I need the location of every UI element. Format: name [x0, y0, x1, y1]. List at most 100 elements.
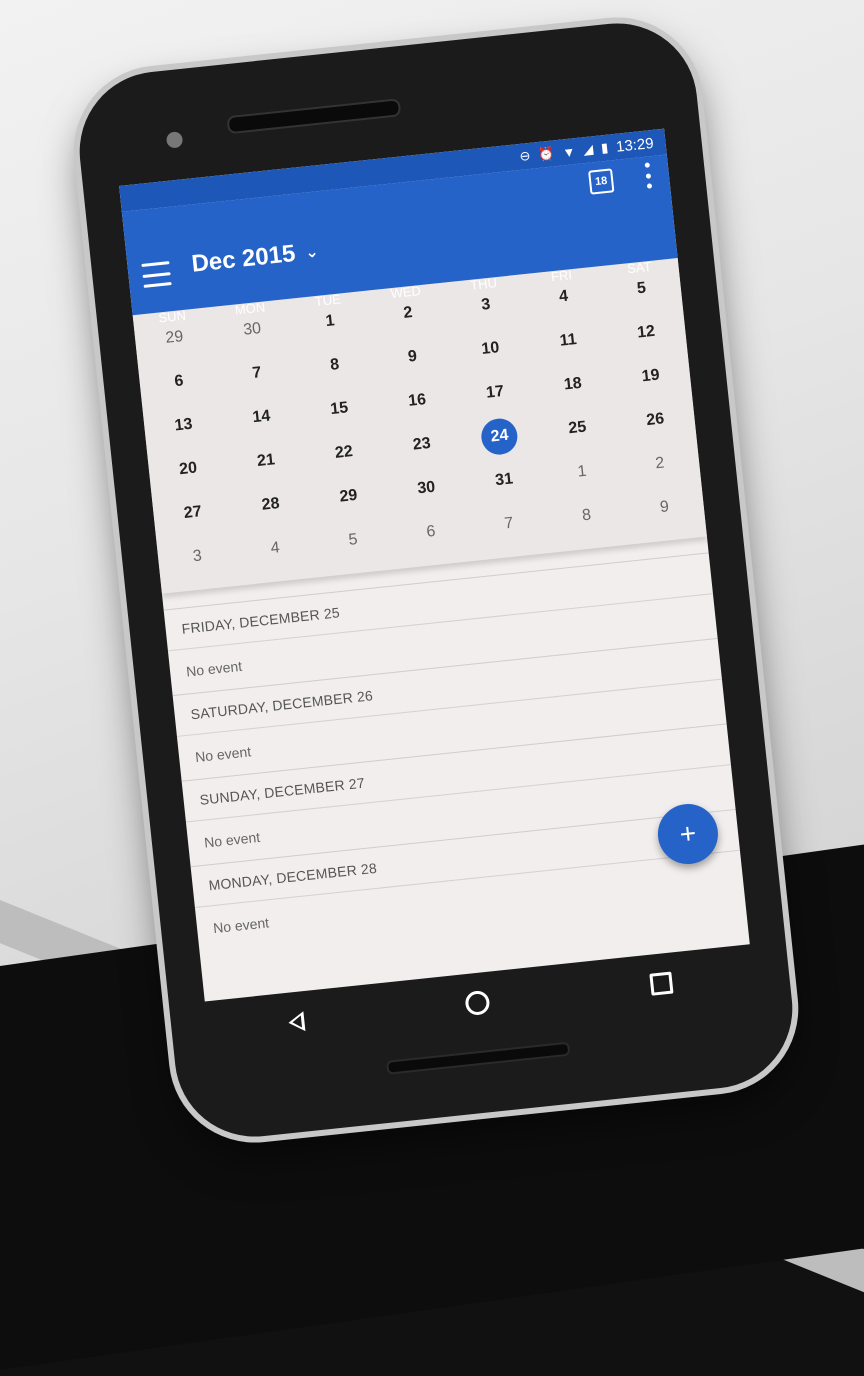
add-icon: + [678, 817, 698, 850]
calendar-day[interactable]: 23 [381, 424, 462, 466]
calendar-day-number: 28 [260, 494, 281, 514]
calendar-day-number: 6 [425, 522, 437, 541]
bottom-speaker [385, 1041, 571, 1075]
calendar-day-number: 19 [640, 366, 661, 386]
calendar-day[interactable]: 16 [376, 380, 457, 422]
signal-icon: ◢ [582, 141, 594, 158]
month-title: Dec 2015 [190, 240, 297, 278]
calendar-day-number: 8 [329, 355, 340, 374]
calendar-day[interactable]: 19 [610, 355, 691, 397]
calendar-day[interactable]: 25 [537, 407, 618, 449]
weekday-wed: WED [389, 282, 422, 301]
calendar-day-number: 8 [581, 506, 592, 525]
calendar-day[interactable]: 9 [372, 336, 453, 378]
calendar-day[interactable]: 21 [225, 440, 306, 482]
phone: ⊖ ⏰ ▼ ◢ ▮ 13:29 18 Dec 2015 ⌄ SUN MON TUE W… [71, 15, 801, 1145]
calendar-day[interactable]: 22 [303, 432, 384, 474]
calendar-day[interactable]: 20 [148, 448, 229, 490]
calendar-day[interactable]: 17 [454, 372, 535, 414]
calendar-day-number: 26 [645, 410, 666, 430]
phone-screen: ⊖ ⏰ ▼ ◢ ▮ 13:29 18 Dec 2015 ⌄ SUN MON TUE W… [119, 128, 750, 1002]
calendar-day-number: 10 [480, 339, 501, 358]
calendar-day[interactable]: 28 [230, 484, 311, 526]
calendar-day[interactable]: 6 [138, 361, 219, 403]
calendar-day-number: 23 [411, 434, 432, 454]
calendar-day[interactable]: 6 [390, 511, 471, 553]
calendar-day[interactable]: 26 [615, 399, 696, 441]
calendar-day[interactable]: 15 [299, 388, 380, 430]
front-camera [165, 131, 184, 149]
calendar-day-number: 15 [329, 399, 349, 419]
calendar-day[interactable]: 29 [308, 476, 389, 518]
calendar-day-number: 16 [407, 391, 427, 410]
calendar-day-number: 13 [173, 415, 194, 435]
calendar-day[interactable]: 13 [143, 405, 224, 447]
calendar-day-number: 2 [654, 454, 666, 473]
calendar-day-number: 30 [416, 478, 437, 498]
calendar-day-number: 31 [494, 470, 514, 490]
calendar-day[interactable]: 11 [528, 320, 609, 362]
calendar-day[interactable]: 3 [157, 536, 238, 578]
calendar-day-number: 1 [576, 462, 588, 481]
today-calendar-icon[interactable]: 18 [588, 168, 615, 195]
calendar-day-number: 5 [636, 279, 647, 298]
calendar-day[interactable]: 12 [605, 312, 686, 354]
back-icon[interactable] [287, 1011, 306, 1033]
agenda-list: FRIDAY, DECEMBER 25 No event SATURDAY, DEC… [162, 536, 745, 952]
calendar-day-number: 25 [567, 418, 588, 438]
calendar-day-number: 27 [183, 503, 203, 522]
more-options-icon[interactable] [644, 162, 653, 189]
calendar-day[interactable]: 1 [541, 451, 622, 493]
calendar-day[interactable]: 4 [235, 528, 316, 570]
calendar-day[interactable]: 7 [216, 353, 297, 395]
calendar-day-number: 21 [256, 451, 276, 470]
calendar-day[interactable]: 7 [468, 503, 549, 545]
status-time: 13:29 [615, 134, 655, 156]
calendar-day-today[interactable]: 24 [459, 416, 540, 458]
calendar-day-number: 20 [178, 459, 198, 479]
calendar-day-number: 4 [558, 287, 569, 306]
weekday-mon: MON [234, 298, 266, 318]
calendar-day[interactable]: 14 [221, 396, 302, 438]
weekday-tue: TUE [314, 290, 342, 309]
home-icon[interactable] [464, 989, 491, 1017]
calendar-day-number: 11 [558, 331, 578, 350]
phone-body: ⊖ ⏰ ▼ ◢ ▮ 13:29 18 Dec 2015 ⌄ SUN MON TUE W… [71, 15, 801, 1145]
calendar-day[interactable]: 10 [450, 328, 531, 370]
recent-apps-icon[interactable] [649, 971, 674, 996]
calendar-day-number: 6 [173, 372, 185, 391]
calendar-day-number: 5 [347, 531, 359, 549]
calendar-day[interactable]: 8 [294, 344, 375, 386]
calendar-day-number: 12 [636, 322, 656, 342]
wifi-icon: ▼ [561, 143, 577, 160]
calendar-day-number: 3 [192, 547, 203, 566]
calendar-day[interactable]: 8 [546, 495, 627, 537]
weekday-sat: SAT [626, 258, 653, 276]
calendar-day[interactable]: 27 [152, 492, 233, 534]
calendar-day-number: 29 [338, 486, 359, 506]
weekday-fri: FRI [550, 266, 573, 284]
calendar-day-number: 3 [480, 295, 492, 314]
calendar-day[interactable]: 30 [386, 468, 467, 510]
calendar-day[interactable]: 5 [312, 519, 393, 561]
weekday-sun: SUN [157, 307, 187, 326]
calendar-day-number: 4 [269, 539, 281, 558]
month-selector[interactable]: Dec 2015 ⌄ [190, 238, 320, 279]
calendar-day-number: 18 [563, 374, 583, 394]
calendar-day[interactable]: 31 [464, 459, 545, 501]
calendar-day[interactable]: 9 [624, 487, 705, 529]
menu-icon[interactable] [141, 261, 172, 288]
calendar-day-number: 7 [251, 364, 263, 383]
calendar-day-number: 22 [334, 443, 354, 462]
chevron-down-icon: ⌄ [304, 243, 320, 262]
today-icon-label: 18 [594, 174, 608, 189]
earpiece-speaker [226, 98, 402, 135]
calendar-day-number: 14 [251, 407, 272, 427]
calendar-day[interactable]: 2 [619, 443, 700, 485]
calendar-day-number: 1 [324, 312, 336, 331]
calendar-day-number: 9 [659, 498, 670, 517]
calendar-day[interactable]: 18 [532, 364, 613, 406]
calendar-day-number: 7 [503, 514, 515, 533]
do-not-disturb-icon: ⊖ [518, 147, 532, 164]
calendar-day-number: 2 [402, 304, 414, 322]
